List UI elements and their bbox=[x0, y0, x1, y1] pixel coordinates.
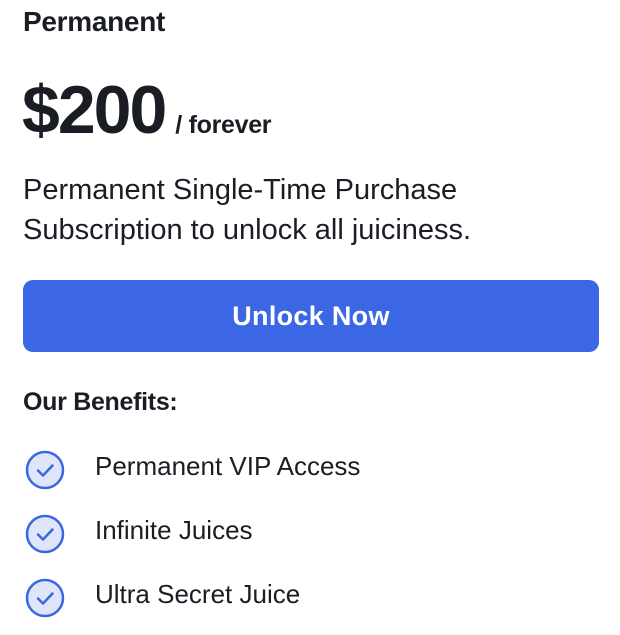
plan-title: Permanent bbox=[23, 6, 166, 37]
check-circle-icon bbox=[25, 578, 65, 618]
benefit-item: Permanent VIP Access bbox=[25, 450, 360, 490]
benefit-item: Ultra Secret Juice bbox=[25, 578, 360, 618]
plan-description: Permanent Single-Time Purchase Subscript… bbox=[23, 174, 472, 246]
benefit-label: Infinite Juices bbox=[95, 514, 253, 545]
benefit-label: Permanent VIP Access bbox=[95, 450, 361, 481]
price-period: / forever bbox=[175, 111, 272, 139]
price-row: $200 / forever bbox=[22, 72, 272, 148]
benefits-heading: Our Benefits: bbox=[23, 388, 178, 416]
benefit-item: Infinite Juices bbox=[25, 514, 360, 554]
price-amount: $200 bbox=[22, 72, 167, 148]
benefit-label: Ultra Secret Juice bbox=[95, 578, 301, 609]
benefits-list: Permanent VIP Access Infinite Juices Ult… bbox=[25, 450, 360, 635]
unlock-now-button[interactable]: Unlock Now bbox=[23, 280, 599, 352]
check-circle-icon bbox=[25, 450, 65, 490]
pricing-card: Permanent $200 / forever Permanent Singl… bbox=[0, 0, 620, 635]
check-circle-icon bbox=[25, 514, 65, 554]
